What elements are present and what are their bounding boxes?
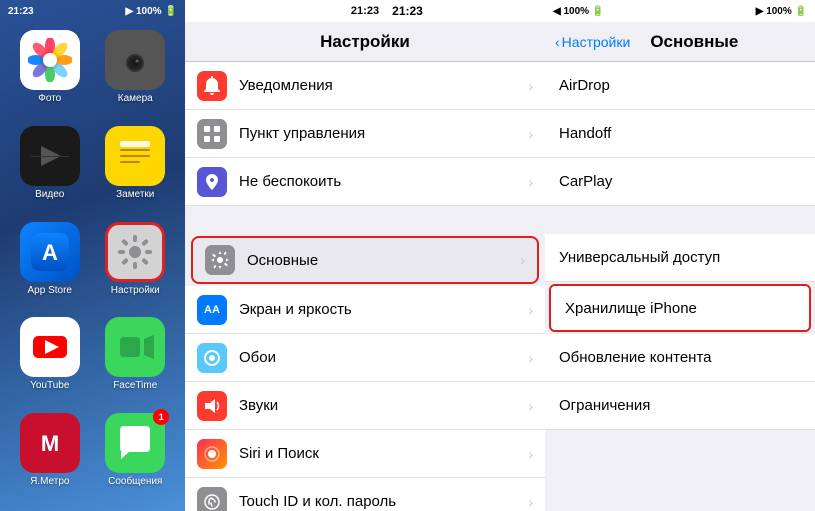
back-button[interactable]: ‹ Настройки — [555, 34, 630, 50]
detail-item-accessibility[interactable]: Универсальный доступ — [545, 234, 815, 282]
touchid-icon — [197, 487, 227, 511]
app-video-label: Видео — [35, 189, 64, 200]
detail-title: Основные — [650, 32, 738, 52]
sounds-icon — [197, 391, 227, 421]
app-zametki[interactable]: Заметки — [96, 126, 176, 216]
wallpaper-chevron: › — [528, 350, 533, 366]
detail-list: AirDrop Handoff CarPlay Универсальный до… — [545, 62, 815, 511]
app-messages-label: Сообщения — [108, 476, 162, 487]
dnd-icon — [197, 167, 227, 197]
app-metro[interactable]: М Я.Метро — [10, 413, 90, 503]
settings-status-bar: 21:23 — [185, 0, 545, 22]
siri-icon — [197, 439, 227, 469]
touchid-chevron: › — [528, 494, 533, 510]
control-center-chevron: › — [528, 126, 533, 142]
sounds-chevron: › — [528, 398, 533, 414]
status-icons-left: ▶ 100% 🔋 — [126, 6, 178, 17]
airdrop-label: AirDrop — [559, 77, 610, 94]
control-center-icon — [197, 119, 227, 149]
app-video[interactable]: Видео — [10, 126, 90, 216]
detail-item-iphone-storage[interactable]: Хранилище iPhone — [549, 284, 811, 332]
settings-item-siri[interactable]: Siri и Поиск › — [185, 430, 545, 478]
app-messages[interactable]: 1 Сообщения — [96, 413, 176, 503]
siri-chevron: › — [528, 446, 533, 462]
settings-detail: ◀ 100% 🔋 21:23 ▶ 100% 🔋 ‹ Настройки Осно… — [545, 0, 815, 511]
home-screen: 21:23 ▶ 100% 🔋 — [0, 0, 185, 511]
content-update-label: Обновление контента — [559, 349, 712, 366]
general-label: Основные — [247, 252, 520, 269]
settings-item-wallpaper[interactable]: Обои › — [185, 334, 545, 382]
app-kamera[interactable]: Камера — [96, 30, 176, 120]
messages-badge: 1 — [153, 409, 169, 425]
wallpaper-label: Обои — [239, 349, 528, 366]
settings-item-touchid[interactable]: Touch ID и кол. пароль › — [185, 478, 545, 511]
back-chevron: ‹ — [555, 34, 560, 50]
general-icon — [205, 245, 235, 275]
app-zametki-label: Заметки — [116, 189, 154, 200]
settings-item-general[interactable]: Основные › — [191, 236, 539, 284]
detail-item-restrictions[interactable]: Ограничения — [545, 382, 815, 430]
settings-status-time: 21:23 — [351, 5, 379, 17]
notifications-chevron: › — [528, 78, 533, 94]
detail-gap — [545, 206, 815, 234]
restrictions-label: Ограничения — [559, 397, 650, 414]
sounds-label: Звуки — [239, 397, 528, 414]
control-center-label: Пункт управления — [239, 125, 528, 142]
notifications-icon — [197, 71, 227, 101]
accessibility-label: Универсальный доступ — [559, 249, 720, 266]
dnd-label: Не беспокоить — [239, 173, 528, 190]
carplay-label: CarPlay — [559, 173, 612, 190]
app-youtube[interactable]: YouTube — [10, 317, 90, 407]
settings-item-notifications[interactable]: Уведомления › — [185, 62, 545, 110]
display-chevron: › — [528, 302, 533, 318]
app-appstore-label: App Store — [28, 285, 72, 296]
app-grid: Фото Камера — [0, 22, 185, 511]
detail-item-airdrop[interactable]: AirDrop — [545, 62, 815, 110]
svg-text:М: М — [41, 431, 59, 456]
time-left: 21:23 — [8, 6, 34, 17]
section-gap-1 — [185, 206, 545, 234]
display-icon: AA — [197, 295, 227, 325]
app-appstore[interactable]: A App Store — [10, 222, 90, 312]
app-nastroiki-label: Настройки — [111, 285, 160, 296]
detail-item-content-update[interactable]: Обновление контента — [545, 334, 815, 382]
detail-battery: ▶ 100% 🔋 — [756, 6, 807, 17]
app-facetime-label: FaceTime — [113, 380, 157, 391]
settings-item-display[interactable]: AA Экран и яркость › — [185, 286, 545, 334]
app-fotos-label: Фото — [38, 93, 61, 104]
detail-header: ‹ Настройки Основные — [545, 22, 815, 62]
app-kamera-label: Камера — [118, 93, 153, 104]
settings-list: Уведомления › Пункт управления › — [185, 62, 545, 511]
detail-status-bar: ◀ 100% 🔋 21:23 ▶ 100% 🔋 — [545, 0, 815, 22]
handoff-label: Handoff — [559, 125, 611, 142]
settings-title: Настройки — [320, 32, 410, 52]
wallpaper-icon — [197, 343, 227, 373]
iphone-storage-label: Хранилище iPhone — [565, 300, 697, 317]
display-label: Экран и яркость — [239, 301, 528, 318]
siri-label: Siri и Поиск — [239, 445, 528, 462]
settings-section-2: Основные › AA Экран и яркость › Обои › — [185, 236, 545, 511]
detail-item-carplay[interactable]: CarPlay — [545, 158, 815, 206]
settings-header: Настройки — [185, 22, 545, 62]
settings-item-control-center[interactable]: Пункт управления › — [185, 110, 545, 158]
back-label: Настройки — [562, 34, 631, 50]
app-nastroiki[interactable]: Настройки — [96, 222, 176, 312]
app-fotos[interactable]: Фото — [10, 30, 90, 120]
detail-time: 21:23 — [392, 4, 423, 18]
app-facetime[interactable]: FaceTime — [96, 317, 176, 407]
detail-item-handoff[interactable]: Handoff — [545, 110, 815, 158]
notifications-label: Уведомления — [239, 77, 528, 94]
app-metro-label: Я.Метро — [30, 476, 69, 487]
settings-item-dnd[interactable]: Не беспокоить › — [185, 158, 545, 206]
detail-signal: ◀ 100% 🔋 — [553, 6, 604, 17]
app-youtube-label: YouTube — [30, 380, 69, 391]
settings-main: 21:23 Настройки Уведомления › — [185, 0, 545, 511]
settings-section-1: Уведомления › Пункт управления › — [185, 62, 545, 206]
dnd-chevron: › — [528, 174, 533, 190]
general-chevron: › — [520, 252, 525, 268]
settings-item-sounds[interactable]: Звуки › — [185, 382, 545, 430]
status-bar-left: 21:23 ▶ 100% 🔋 — [0, 0, 185, 22]
touchid-label: Touch ID и кол. пароль — [239, 493, 528, 510]
svg-text:A: A — [42, 240, 58, 265]
